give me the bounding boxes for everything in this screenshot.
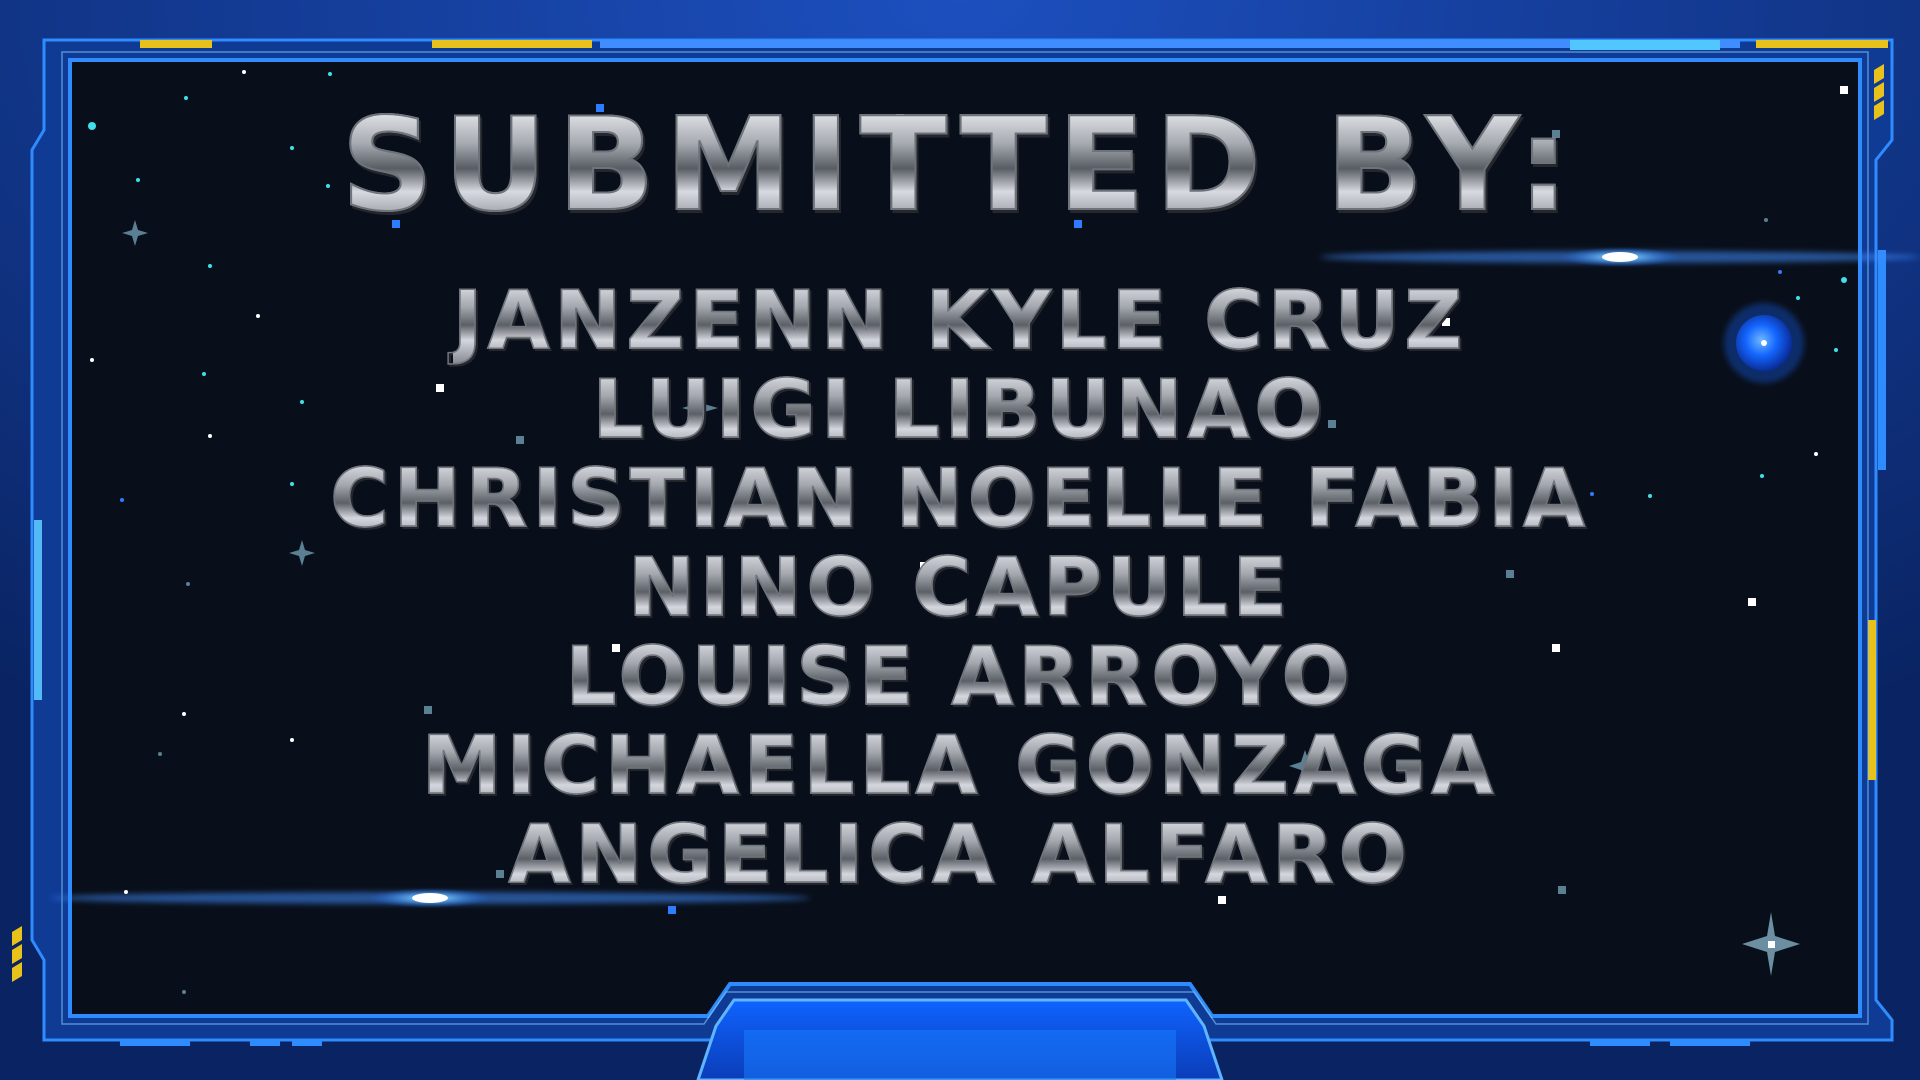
top-accent-left [140,40,212,48]
page-title: SUBMITTED BY: [340,91,1579,240]
top-accent-right [1756,40,1888,48]
left-yellow-stripes [12,926,22,982]
top-cyan-segment [1570,40,1720,50]
top-light-bar [600,40,1740,48]
list-item: JANZENN KYLE CRUZ [452,274,1468,367]
list-item: LUIGI LIBUNAO [592,363,1328,456]
right-yellow-stripes [1874,64,1884,120]
list-item: MICHAELLA GONZAGA [421,719,1499,812]
list-item: CHRISTIAN NOELLE FABIA [329,452,1590,545]
credits-content: SUBMITTED BY: JANZENN KYLE CRUZ LUIGI LI… [70,60,1850,1010]
right-glow-bar [1878,250,1886,470]
name-list: JANZENN KYLE CRUZ LUIGI LIBUNAO CHRISTIA… [329,274,1590,901]
list-item: LOUISE ARROYO [565,630,1355,723]
top-accent-mid [432,40,592,48]
list-item: ANGELICA ALFARO [508,808,1412,901]
left-glow-bar [34,520,42,700]
list-item: NINO CAPULE [627,541,1293,634]
right-yellow-bar [1868,620,1876,780]
